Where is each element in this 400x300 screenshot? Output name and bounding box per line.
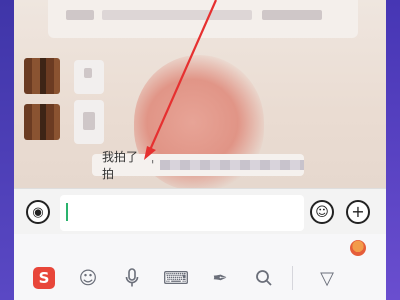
microphone-icon[interactable]	[110, 262, 154, 294]
chat-area[interactable]: 我拍了拍 '	[14, 0, 386, 188]
feather-icon[interactable]: ✒	[198, 262, 242, 294]
blurred-text	[262, 10, 322, 20]
blurred-name	[160, 160, 304, 170]
blurred-text	[66, 10, 94, 20]
search-glyph	[256, 270, 272, 286]
pat-message-quote: '	[151, 158, 155, 172]
keyboard-toolbar-row: S ☺ ⌨ ✒ ▽	[14, 260, 386, 296]
blurred-text	[83, 112, 95, 130]
phone-screen: 我拍了拍 ' ◉ ☺ + S ☺ ⌨ ✒ ▽	[14, 0, 386, 300]
plus-icon[interactable]: +	[346, 200, 370, 224]
sogou-button[interactable]: S	[22, 262, 66, 294]
toolbar-divider	[292, 266, 293, 290]
message-input[interactable]	[60, 195, 304, 231]
background-right	[386, 0, 400, 300]
emoji-icon[interactable]: ☺	[310, 200, 334, 224]
background-left	[0, 0, 14, 300]
sogou-logo-icon: S	[33, 267, 55, 289]
search-icon[interactable]	[242, 262, 286, 294]
smile-icon[interactable]: ☺	[66, 262, 110, 294]
collapse-icon[interactable]: ▽	[305, 262, 349, 294]
chat-input-bar: ◉ ☺ +	[14, 188, 386, 235]
keyboard-skin-icon[interactable]	[350, 240, 366, 256]
avatar[interactable]	[24, 104, 60, 140]
avatar[interactable]	[24, 58, 60, 94]
pat-system-message: 我拍了拍 '	[92, 150, 304, 181]
blurred-text	[102, 10, 252, 20]
keyboard-icon[interactable]: ⌨	[154, 262, 198, 294]
blurred-text	[84, 68, 92, 78]
message-bubble-top[interactable]	[48, 0, 358, 38]
voice-icon[interactable]: ◉	[26, 200, 50, 224]
message-bubble[interactable]	[74, 100, 104, 144]
text-caret	[66, 203, 68, 221]
keyboard-toolbar: S ☺ ⌨ ✒ ▽	[14, 234, 386, 300]
microphone-glyph	[125, 268, 139, 287]
message-bubble[interactable]	[74, 60, 104, 94]
pat-message-text: 我拍了拍	[102, 150, 139, 181]
